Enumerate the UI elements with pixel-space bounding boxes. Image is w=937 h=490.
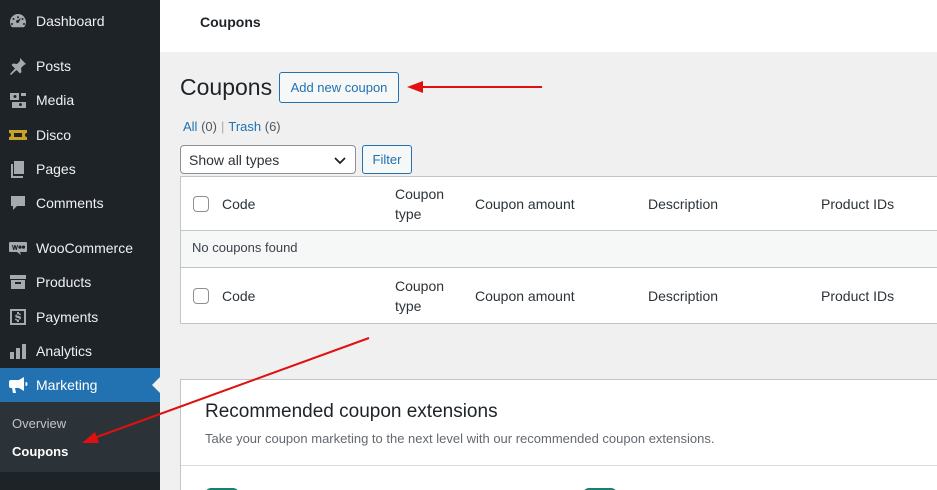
submenu-item-coupons[interactable]: Coupons [12,444,68,459]
column-footer-description[interactable]: Description [648,286,718,306]
sidebar-item-disco[interactable]: Disco [0,118,160,152]
table-row: No coupons found [181,231,937,268]
sidebar-item-label: Posts [36,58,72,74]
filter-all-link[interactable]: All (0) [183,119,217,134]
recommended-title: Recommended coupon extensions [205,401,498,422]
sidebar-item-label: Dashboard [36,13,105,29]
page-title: Coupons [180,74,273,100]
pin-icon [8,56,28,76]
media-icon [8,90,28,110]
column-header-coupon-type[interactable]: Coupon type [395,184,455,224]
column-footer-code[interactable]: Code [222,286,255,306]
column-header-coupon-amount[interactable]: Coupon amount [475,194,575,214]
divider [181,465,937,466]
header-title: Coupons [200,14,261,30]
sidebar-item-comments[interactable]: Comments [0,186,160,220]
sidebar-item-marketing[interactable]: Marketing [0,368,160,402]
megaphone-icon [8,375,28,395]
sidebar-item-analytics[interactable]: Analytics [0,334,160,368]
sidebar-item-label: Media [36,92,75,108]
trash-count: (6) [264,119,281,134]
active-menu-pointer [152,377,160,393]
filter-button[interactable]: Filter [362,145,412,174]
column-footer-coupon-amount[interactable]: Coupon amount [475,286,575,306]
column-footer-product-ids[interactable]: Product IDs [821,286,894,306]
arrow-to-add-new-coupon [407,81,542,93]
add-new-coupon-button[interactable]: Add new coupon [279,72,399,103]
sidebar-item-payments[interactable]: Payments [0,300,160,334]
sidebar-item-label: Products [36,274,92,290]
type-select-value: Show all types [189,151,280,168]
sidebar-item-label: Pages [36,161,76,177]
column-header-product-ids[interactable]: Product IDs [821,194,894,214]
table-footer-row: Code Coupon type Coupon amount Descripti… [181,268,937,324]
comment-icon [8,193,28,213]
sidebar-item-posts[interactable]: Posts [0,49,160,83]
woo-icon [8,238,28,258]
admin-sidebar: Dashboard Posts Media Disco Pages Commen… [0,0,160,490]
bar-chart-icon [8,341,28,361]
sidebar-item-label: Marketing [36,377,98,393]
sidebar-item-pages[interactable]: Pages [0,152,160,186]
sidebar-item-label: Disco [36,127,72,143]
column-header-description[interactable]: Description [648,194,718,214]
sidebar-item-media[interactable]: Media [0,83,160,117]
all-count: (0) [201,119,217,134]
separator: | [220,119,225,134]
sidebar-item-label: Payments [36,309,99,325]
column-footer-coupon-type[interactable]: Coupon type [395,276,455,316]
select-all-checkbox[interactable] [193,196,209,212]
ticket-icon [8,125,28,145]
sidebar-item-woocommerce[interactable]: WooCommerce [0,231,160,265]
coupon-type-select[interactable]: Show all types [180,145,356,174]
table-header-row: Code Coupon type Coupon amount Descripti… [181,177,937,231]
recommended-extensions-panel: Recommended coupon extensions Take your … [180,379,937,490]
column-header-code[interactable]: Code [222,194,255,214]
sidebar-item-label: WooCommerce [36,240,133,256]
chevron-down-icon [334,157,346,165]
select-all-checkbox-footer[interactable] [193,288,209,304]
sidebar-item-products[interactable]: Products [0,265,160,299]
archive-icon [8,272,28,292]
recommended-description: Take your coupon marketing to the next l… [205,431,715,446]
filter-trash-link[interactable]: Trash (6) [228,119,280,134]
sidebar-item-label: Comments [36,195,104,211]
top-header-bar: Coupons [160,0,937,52]
pages-icon [8,159,28,179]
coupons-table: Code Coupon type Coupon amount Descripti… [180,176,937,324]
dollar-icon [8,307,28,327]
status-filter-links: All (0) | Trash (6) [183,119,281,134]
sidebar-item-label: Analytics [36,343,93,359]
empty-table-message: No coupons found [192,240,298,255]
dashboard-icon [8,11,28,31]
marketing-submenu: Overview Coupons [0,402,160,472]
submenu-item-overview[interactable]: Overview [12,416,66,431]
sidebar-item-dashboard[interactable]: Dashboard [0,4,160,38]
